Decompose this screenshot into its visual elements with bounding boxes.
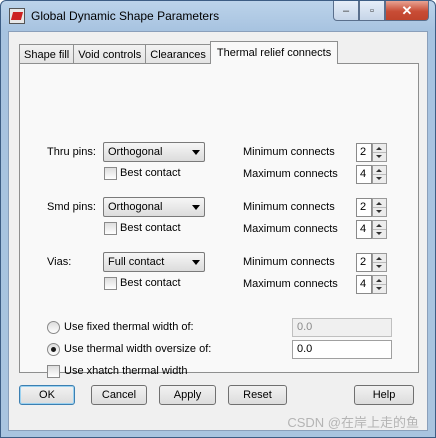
- arrow-down-icon[interactable]: [376, 287, 382, 290]
- tab-void-controls[interactable]: Void controls: [73, 44, 147, 64]
- arrow-up-icon[interactable]: [376, 279, 382, 282]
- smd-pins-best-contact-checkbox[interactable]: [104, 222, 117, 235]
- tab-label: Thermal relief connects: [216, 47, 332, 59]
- dropdown-value: Full contact: [108, 256, 165, 268]
- oversize-thermal-width-radio[interactable]: [47, 343, 60, 356]
- tab-label: Shape fill: [24, 48, 70, 61]
- arrow-up-icon[interactable]: [376, 257, 382, 260]
- xhatch-thermal-width-label: Use xhatch thermal width: [64, 365, 188, 377]
- thru-pins-max-label: Maximum connects: [243, 168, 338, 180]
- smd-pins-max-spinner[interactable]: 4: [356, 220, 388, 239]
- fixed-thermal-width-field: 0.0: [292, 318, 392, 337]
- minimize-icon: –: [342, 4, 350, 17]
- spinner-value[interactable]: 2: [356, 143, 372, 162]
- arrow-down-icon[interactable]: [376, 265, 382, 268]
- spinner-buttons[interactable]: [372, 165, 387, 184]
- spinner-buttons[interactable]: [372, 198, 387, 217]
- maximize-icon: ▫: [370, 4, 374, 17]
- cancel-button[interactable]: Cancel: [91, 385, 147, 405]
- xhatch-thermal-width-checkbox[interactable]: [47, 365, 60, 378]
- spinner-value[interactable]: 2: [356, 253, 372, 272]
- dropdown-value: Orthogonal: [108, 146, 163, 158]
- fixed-thermal-width-label: Use fixed thermal width of:: [64, 321, 194, 333]
- dialog-client: Shape fill Void controls Clearances Ther…: [8, 31, 428, 431]
- arrow-up-icon[interactable]: [376, 202, 382, 205]
- thru-pins-min-spinner[interactable]: 2: [356, 143, 388, 162]
- spinner-buttons[interactable]: [372, 275, 387, 294]
- help-button[interactable]: Help: [354, 385, 414, 405]
- thru-pins-best-contact-label: Best contact: [120, 167, 181, 179]
- arrow-down-icon[interactable]: [376, 155, 382, 158]
- thru-pins-max-spinner[interactable]: 4: [356, 165, 388, 184]
- title-bar[interactable]: Global Dynamic Shape Parameters – ▫ ✕: [1, 1, 435, 31]
- spinner-value[interactable]: 2: [356, 198, 372, 217]
- vias-mode-dropdown[interactable]: Full contact: [103, 252, 205, 272]
- tab-label: Clearances: [150, 48, 206, 61]
- smd-pins-best-contact-label: Best contact: [120, 222, 181, 234]
- thru-pins-best-contact-checkbox[interactable]: [104, 167, 117, 180]
- vias-label: Vias:: [47, 256, 72, 268]
- tab-clearances[interactable]: Clearances: [145, 44, 211, 64]
- close-button[interactable]: ✕: [385, 1, 429, 21]
- arrow-up-icon[interactable]: [376, 147, 382, 150]
- maximize-button[interactable]: ▫: [359, 1, 385, 21]
- minimize-button[interactable]: –: [333, 1, 359, 21]
- vias-best-contact-checkbox[interactable]: [104, 277, 117, 290]
- caption-buttons: – ▫ ✕: [333, 1, 429, 21]
- app-icon: [9, 8, 25, 24]
- vias-best-contact-label: Best contact: [120, 277, 181, 289]
- close-icon: ✕: [401, 2, 413, 18]
- arrow-up-icon[interactable]: [376, 224, 382, 227]
- tab-strip: Shape fill Void controls Clearances Ther…: [19, 41, 339, 64]
- thermal-relief-panel: Thru pins: Orthogonal Best contact Minim…: [19, 63, 419, 378]
- smd-pins-min-label: Minimum connects: [243, 201, 335, 213]
- vias-min-spinner[interactable]: 2: [356, 253, 388, 272]
- arrow-down-icon[interactable]: [376, 210, 382, 213]
- spinner-buttons[interactable]: [372, 143, 387, 162]
- smd-pins-min-spinner[interactable]: 2: [356, 198, 388, 217]
- chevron-down-icon: [192, 260, 200, 265]
- tab-label: Void controls: [78, 48, 142, 61]
- vias-min-label: Minimum connects: [243, 256, 335, 268]
- smd-pins-label: Smd pins:: [47, 201, 96, 213]
- ok-button[interactable]: OK: [19, 385, 75, 405]
- dropdown-value: Orthogonal: [108, 201, 163, 213]
- arrow-up-icon[interactable]: [376, 169, 382, 172]
- smd-pins-mode-dropdown[interactable]: Orthogonal: [103, 197, 205, 217]
- watermark: CSDN @在岸上走的鱼: [287, 415, 419, 430]
- spinner-buttons[interactable]: [372, 220, 387, 239]
- tab-shape-fill[interactable]: Shape fill: [19, 44, 75, 64]
- oversize-thermal-width-field[interactable]: 0.0: [292, 340, 392, 359]
- dialog-window: Global Dynamic Shape Parameters – ▫ ✕ Sh…: [0, 0, 436, 438]
- vias-max-label: Maximum connects: [243, 278, 338, 290]
- thru-pins-mode-dropdown[interactable]: Orthogonal: [103, 142, 205, 162]
- tab-thermal-relief-connects[interactable]: Thermal relief connects: [209, 41, 339, 64]
- fixed-thermal-width-radio[interactable]: [47, 321, 60, 334]
- thru-pins-min-label: Minimum connects: [243, 146, 335, 158]
- chevron-down-icon: [192, 205, 200, 210]
- arrow-down-icon[interactable]: [376, 177, 382, 180]
- spinner-value[interactable]: 4: [356, 165, 372, 184]
- spinner-value[interactable]: 4: [356, 220, 372, 239]
- smd-pins-max-label: Maximum connects: [243, 223, 338, 235]
- chevron-down-icon: [192, 150, 200, 155]
- thru-pins-label: Thru pins:: [47, 146, 96, 158]
- spinner-buttons[interactable]: [372, 253, 387, 272]
- window-title: Global Dynamic Shape Parameters: [31, 9, 220, 23]
- arrow-down-icon[interactable]: [376, 232, 382, 235]
- spinner-value[interactable]: 4: [356, 275, 372, 294]
- vias-max-spinner[interactable]: 4: [356, 275, 388, 294]
- apply-button[interactable]: Apply: [159, 385, 216, 405]
- reset-button[interactable]: Reset: [228, 385, 287, 405]
- oversize-thermal-width-label: Use thermal width oversize of:: [64, 343, 212, 355]
